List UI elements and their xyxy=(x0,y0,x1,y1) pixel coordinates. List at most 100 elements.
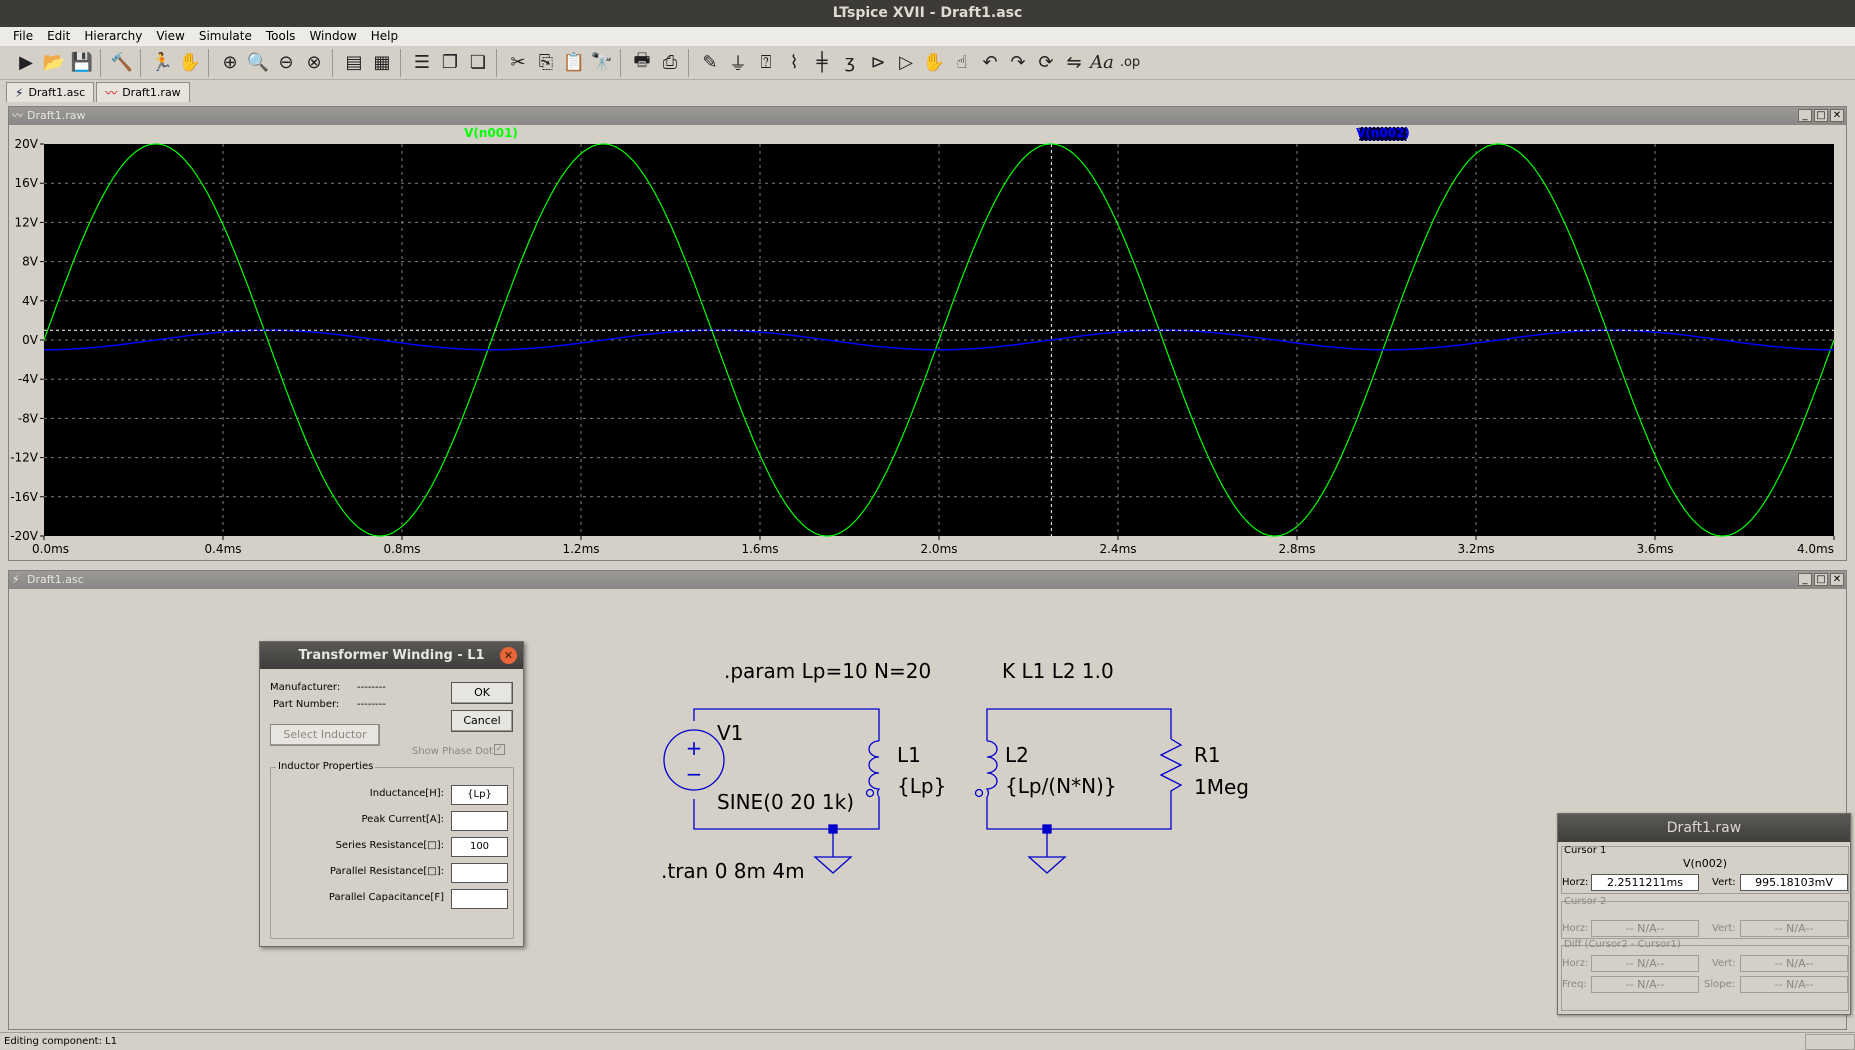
r1-name[interactable]: R1 xyxy=(1194,743,1221,767)
zoom-fit-icon[interactable]: ⊗ xyxy=(300,49,328,77)
menu-window[interactable]: Window xyxy=(302,27,363,46)
diff-slope-value: -- N/A-- xyxy=(1740,976,1848,993)
x-tick-label: 2.0ms xyxy=(920,542,957,556)
component-icon[interactable]: ▷ xyxy=(892,49,920,77)
control-panel-icon[interactable]: 🔨 xyxy=(108,49,136,77)
mirror-icon[interactable]: ⇋ xyxy=(1060,49,1088,77)
y-tick-label: -12V xyxy=(10,451,39,465)
menu-view[interactable]: View xyxy=(149,27,191,46)
print-preview-icon[interactable]: 🖶 xyxy=(628,49,656,77)
zoom-area-icon[interactable]: 🔍 xyxy=(244,49,272,77)
y-tick-label: 20V xyxy=(15,137,39,151)
show-phase-dot-label: Show Phase Dot xyxy=(412,746,493,757)
peak-current-input[interactable] xyxy=(451,811,508,831)
spice-directive-icon[interactable]: .op xyxy=(1116,49,1144,77)
halt-icon[interactable]: 🏃 xyxy=(148,49,176,77)
inductance-input[interactable]: {Lp} xyxy=(451,785,508,805)
trace-label-v-n001[interactable]: V(n001) xyxy=(464,126,518,140)
trace-label-v-n002[interactable]: V(n002) xyxy=(1356,126,1410,140)
cursor1-horz-value[interactable]: 2.2511211ms xyxy=(1591,874,1699,891)
redo-icon[interactable]: ↷ xyxy=(1004,49,1032,77)
autorange-icon[interactable]: ▤ xyxy=(340,49,368,77)
l2-name[interactable]: L2 xyxy=(1005,743,1029,767)
cursor1-vert-value[interactable]: 995.18103mV xyxy=(1740,874,1848,891)
r1-value[interactable]: 1Meg xyxy=(1194,775,1249,799)
inductor-l2[interactable] xyxy=(974,740,998,798)
text-icon[interactable]: Aa xyxy=(1088,49,1116,77)
v1-value[interactable]: SINE(0 20 1k) xyxy=(717,790,854,814)
label-net-icon[interactable]: ⍰ xyxy=(752,49,780,77)
find-icon[interactable]: 🔭 xyxy=(588,49,616,77)
menu-file[interactable]: File xyxy=(6,27,40,46)
l2-value[interactable]: {Lp/(N*N)} xyxy=(1005,774,1117,798)
tile-vertical-icon[interactable]: ❐ xyxy=(436,49,464,77)
save-icon[interactable]: 💾 xyxy=(68,49,96,77)
select-inductor-button[interactable]: Select Inductor xyxy=(270,724,380,746)
l1-value[interactable]: {Lp} xyxy=(897,774,946,798)
status-text: Editing component: L1 xyxy=(4,1036,118,1047)
resistor-r1[interactable] xyxy=(1159,738,1183,797)
rotate-icon[interactable]: ⟳ xyxy=(1032,49,1060,77)
menu-simulate[interactable]: Simulate xyxy=(192,27,259,46)
cancel-button[interactable]: Cancel xyxy=(451,710,513,732)
v1-name[interactable]: V1 xyxy=(717,721,743,745)
close-button[interactable]: ✕ xyxy=(1830,109,1844,122)
coupling-directive[interactable]: K L1 L2 1.0 xyxy=(1002,659,1114,683)
undo-icon[interactable]: ↶ xyxy=(976,49,1004,77)
copy-icon[interactable]: ⎘ xyxy=(532,49,560,77)
dialog-close-icon[interactable]: ✕ xyxy=(500,647,517,664)
open-icon[interactable]: 📂 xyxy=(40,49,68,77)
waveform-window-titlebar[interactable]: 〰 Draft1.raw _ □ ✕ xyxy=(9,107,1846,125)
schematic-icon: ⚡ xyxy=(12,573,20,586)
pan-icon[interactable]: ✋ xyxy=(176,49,204,77)
tab-waveform[interactable]: 〰 Draft1.raw xyxy=(96,82,190,102)
minimize-button[interactable]: _ xyxy=(1798,573,1812,586)
ok-button[interactable]: OK xyxy=(451,682,513,704)
ground-icon[interactable]: ⏚ xyxy=(724,49,752,77)
maximize-button[interactable]: □ xyxy=(1814,109,1828,122)
print-icon[interactable]: ⎙ xyxy=(656,49,684,77)
cursor-window-titlebar[interactable]: Draft1.raw xyxy=(1558,814,1850,842)
menu-edit[interactable]: Edit xyxy=(40,27,77,46)
l1-name[interactable]: L1 xyxy=(897,743,921,767)
document-tabs: ⚡ Draft1.asc 〰 Draft1.raw xyxy=(0,80,1855,102)
tile-horizontal-icon[interactable]: ☰ xyxy=(408,49,436,77)
drag-icon[interactable]: ☝ xyxy=(948,49,976,77)
zoom-out-icon[interactable]: ⊖ xyxy=(272,49,300,77)
menu-help[interactable]: Help xyxy=(364,27,405,46)
move-icon[interactable]: ✋ xyxy=(920,49,948,77)
minimize-button[interactable]: _ xyxy=(1798,109,1812,122)
menu-hierarchy[interactable]: Hierarchy xyxy=(77,27,149,46)
schematic-window-titlebar[interactable]: ⚡ Draft1.asc _ □ ✕ xyxy=(9,571,1846,589)
param-directive[interactable]: .param Lp=10 N=20 xyxy=(724,659,931,683)
cascade-icon[interactable]: ❏ xyxy=(464,49,492,77)
parallel-resistance-input[interactable] xyxy=(451,863,508,883)
cursor2-label: Cursor 2 xyxy=(1564,896,1607,907)
voltage-source-v1[interactable]: + − xyxy=(663,729,725,791)
maximize-button[interactable]: □ xyxy=(1814,573,1828,586)
inductor-l1[interactable] xyxy=(865,740,881,798)
run-icon[interactable]: ▶ xyxy=(12,49,40,77)
status-panel xyxy=(1805,1034,1855,1050)
dialog-titlebar[interactable]: Transformer Winding - L1 ✕ xyxy=(260,642,523,669)
capacitor-icon[interactable]: ╪ xyxy=(808,49,836,77)
grid-icon[interactable]: ▦ xyxy=(368,49,396,77)
y-tick-label: 12V xyxy=(15,215,39,229)
show-phase-dot-checkbox[interactable]: ✓ xyxy=(494,744,505,755)
diode-icon[interactable]: ⊳ xyxy=(864,49,892,77)
waveform-plot[interactable]: 20V16V12V8V4V0V-4V-8V-12V-16V-20V 0.0ms 0… xyxy=(9,125,1846,560)
x-tick-label: 0.4ms xyxy=(204,542,241,556)
paste-icon[interactable]: 📋 xyxy=(560,49,588,77)
resistor-icon[interactable]: ⌇ xyxy=(780,49,808,77)
tab-schematic[interactable]: ⚡ Draft1.asc xyxy=(6,82,95,102)
zoom-in-icon[interactable]: ⊕ xyxy=(216,49,244,77)
part-number-label: Part Number: xyxy=(273,699,340,710)
series-resistance-input[interactable]: 100 xyxy=(451,837,508,857)
menu-tools[interactable]: Tools xyxy=(259,27,303,46)
parallel-capacitance-input[interactable] xyxy=(451,889,508,909)
inductor-icon[interactable]: ʒ xyxy=(836,49,864,77)
tran-directive[interactable]: .tran 0 8m 4m xyxy=(661,859,805,883)
draw-wire-icon[interactable]: ✎ xyxy=(696,49,724,77)
cut-icon[interactable]: ✂ xyxy=(504,49,532,77)
close-button[interactable]: ✕ xyxy=(1830,573,1844,586)
